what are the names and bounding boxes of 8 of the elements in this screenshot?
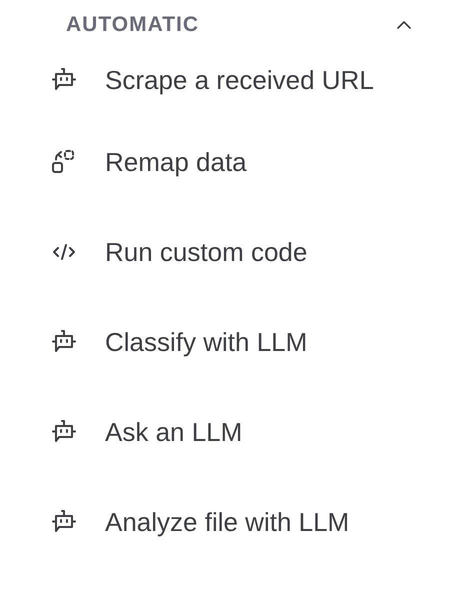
action-item[interactable]: Run custom code (50, 206, 407, 298)
action-item[interactable]: Remap data (50, 116, 407, 208)
caret-icon[interactable] (395, 20, 413, 30)
action-item[interactable]: Ask an LLM (50, 386, 407, 478)
action-item[interactable]: Analyze file with LLM (50, 476, 407, 568)
action-item[interactable]: Scrape a received URL (50, 42, 407, 118)
section-title: AUTOMATIC (66, 13, 200, 37)
action-item[interactable]: Classify with LLM (50, 296, 407, 388)
